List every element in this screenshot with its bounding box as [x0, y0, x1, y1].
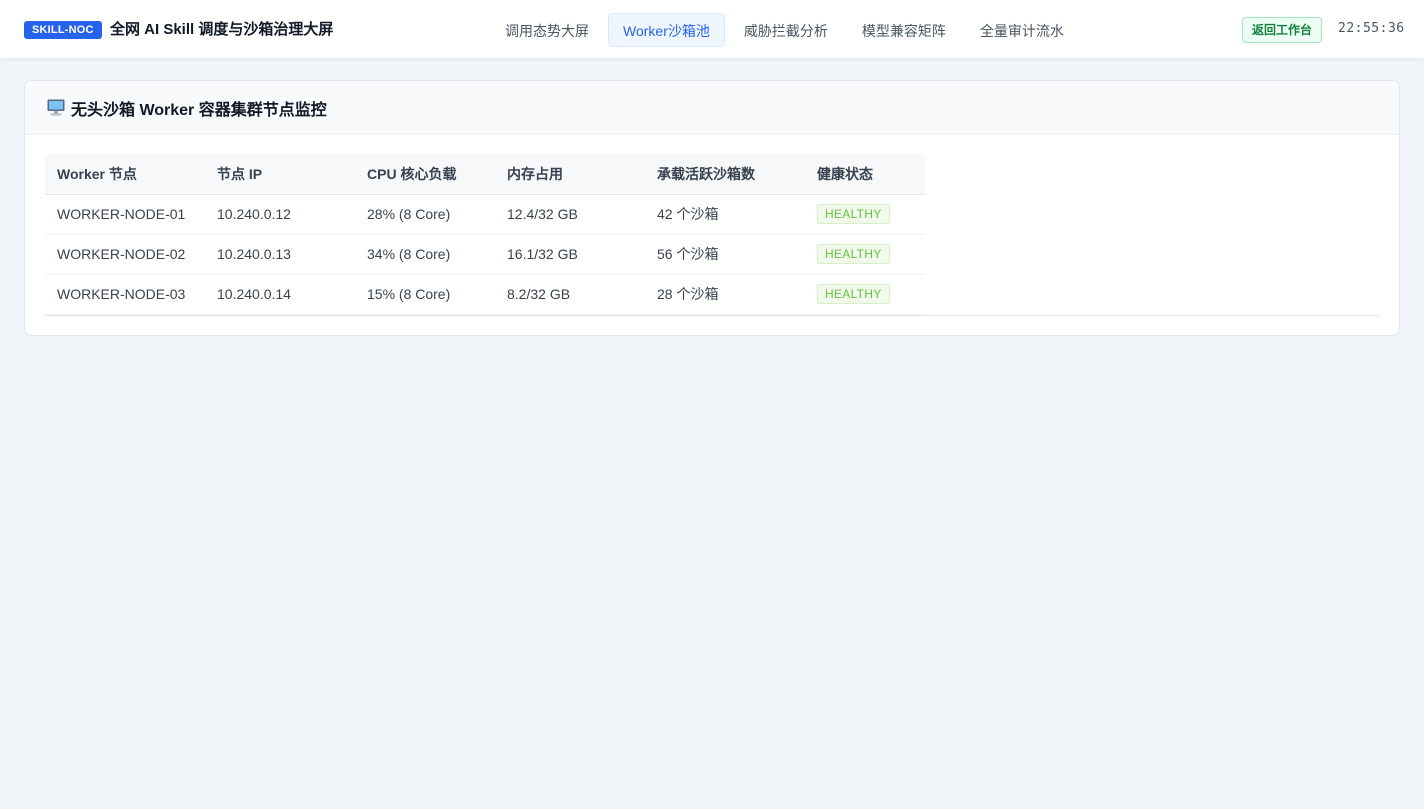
column-header: CPU 核心负载: [355, 154, 495, 195]
memory-cell: 12.4/32 GB: [495, 194, 645, 235]
sandbox-count-cell: 28 个沙箱: [645, 274, 805, 315]
brand-badge: SKILL-NOC: [24, 21, 102, 39]
tab-overview[interactable]: 调用态势大屏: [490, 13, 604, 47]
health-cell: HEALTHY: [805, 274, 925, 315]
status-badge: HEALTHY: [817, 284, 890, 304]
table-row: WORKER-NODE-01 10.240.0.12 28% (8 Core) …: [45, 194, 925, 235]
health-cell: HEALTHY: [805, 234, 925, 275]
sandbox-count-cell: 42 个沙箱: [645, 194, 805, 235]
page-title: 全网 AI Skill 调度与沙箱治理大屏: [110, 21, 334, 38]
worker-node-cell: WORKER-NODE-01: [45, 194, 205, 235]
node-ip-cell: 10.240.0.12: [205, 194, 355, 235]
panel-header: 无头沙箱 Worker 容器集群节点监控: [25, 81, 1399, 135]
worker-cluster-panel: 无头沙箱 Worker 容器集群节点监控 Worker 节点 节点 IP CPU…: [24, 80, 1400, 336]
worker-node-cell: WORKER-NODE-02: [45, 234, 205, 275]
cpu-load-cell: 34% (8 Core): [355, 234, 495, 275]
column-header: 承载活跃沙箱数: [645, 154, 805, 195]
tab-threat-analysis[interactable]: 威胁拦截分析: [729, 13, 843, 47]
table-divider: [45, 314, 1379, 316]
back-to-workbench-button[interactable]: 返回工作台: [1242, 17, 1323, 43]
monitor-icon: [47, 99, 65, 116]
top-bar: SKILL-NOC 全网 AI Skill 调度与沙箱治理大屏 调用态势大屏 W…: [0, 0, 1424, 59]
cpu-load-cell: 28% (8 Core): [355, 194, 495, 235]
column-header: 节点 IP: [205, 154, 355, 195]
table-row: WORKER-NODE-02 10.240.0.13 34% (8 Core) …: [45, 234, 925, 275]
node-ip-cell: 10.240.0.14: [205, 274, 355, 315]
table-row: WORKER-NODE-03 10.240.0.14 15% (8 Core) …: [45, 274, 925, 315]
column-header: Worker 节点: [45, 154, 205, 195]
tab-model-matrix[interactable]: 模型兼容矩阵: [847, 13, 961, 47]
status-badge: HEALTHY: [817, 204, 890, 224]
sandbox-count-cell: 56 个沙箱: [645, 234, 805, 275]
tab-audit-log[interactable]: 全量审计流水: [965, 13, 1079, 47]
cpu-load-cell: 15% (8 Core): [355, 274, 495, 315]
panel-title: 无头沙箱 Worker 容器集群节点监控: [71, 101, 327, 119]
main-nav: 调用态势大屏 Worker沙箱池 威胁拦截分析 模型兼容矩阵 全量审计流水: [490, 13, 1083, 47]
node-ip-cell: 10.240.0.13: [205, 234, 355, 275]
column-header: 内存占用: [495, 154, 645, 195]
status-badge: HEALTHY: [817, 244, 890, 264]
clock: 22:55:36: [1338, 21, 1405, 36]
memory-cell: 16.1/32 GB: [495, 234, 645, 275]
table-header-row: Worker 节点 节点 IP CPU 核心负载 内存占用 承载活跃沙箱数 健康…: [45, 154, 925, 195]
worker-table: Worker 节点 节点 IP CPU 核心负载 内存占用 承载活跃沙箱数 健康…: [45, 154, 925, 315]
worker-node-cell: WORKER-NODE-03: [45, 274, 205, 315]
column-header: 健康状态: [805, 154, 925, 195]
tab-worker-pool[interactable]: Worker沙箱池: [608, 13, 725, 47]
worker-table-wrapper: Worker 节点 节点 IP CPU 核心负载 内存占用 承载活跃沙箱数 健康…: [45, 154, 1379, 316]
memory-cell: 8.2/32 GB: [495, 274, 645, 315]
health-cell: HEALTHY: [805, 194, 925, 235]
